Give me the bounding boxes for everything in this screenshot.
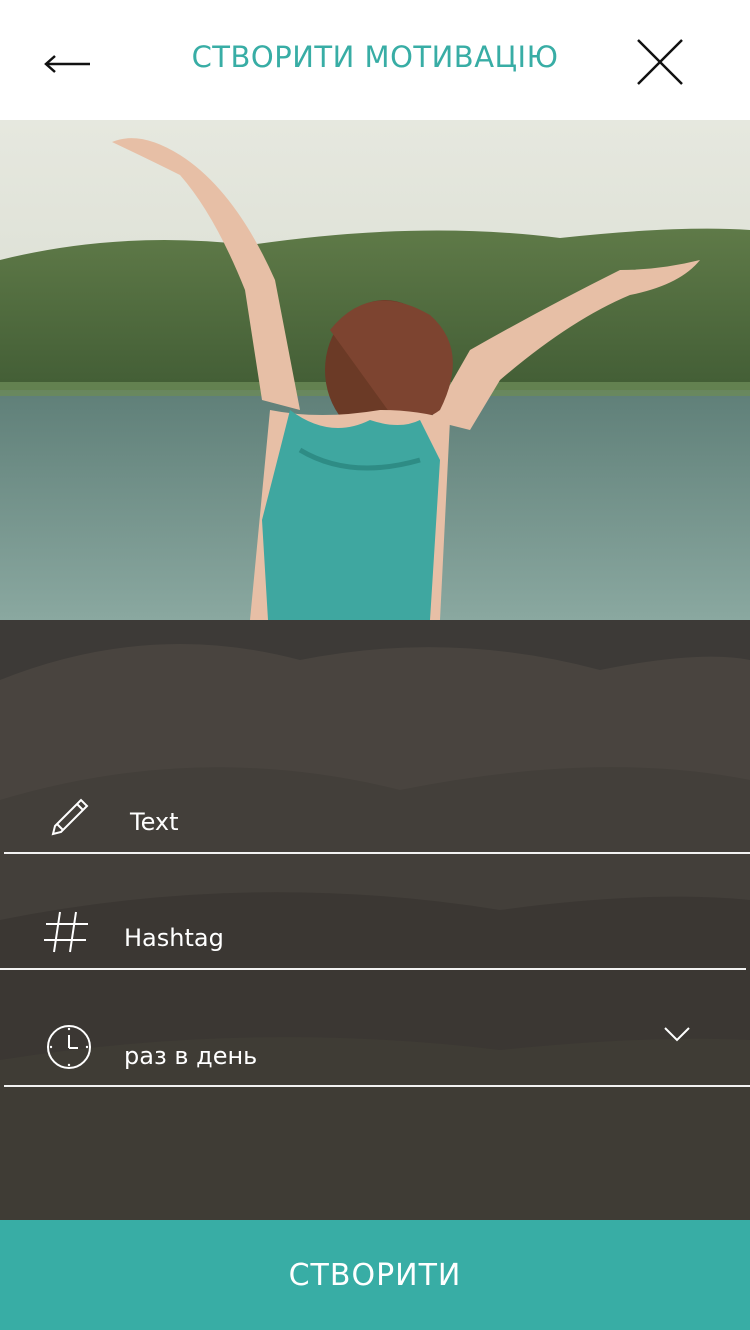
hashtag-field[interactable]: Hashtag xyxy=(0,886,750,1002)
form-background: Text Hashtag раз в день xyxy=(0,620,750,1220)
clock-icon xyxy=(47,1025,91,1069)
frequency-select[interactable]: раз в день xyxy=(0,1004,750,1120)
create-button-label: СТВОРИТИ xyxy=(288,1258,462,1293)
close-button[interactable] xyxy=(632,34,688,90)
text-field-underline xyxy=(4,852,750,854)
text-field[interactable]: Text xyxy=(0,770,750,886)
hashtag-field-value: Hashtag xyxy=(124,924,224,952)
hashtag-field-underline xyxy=(0,968,746,970)
create-button[interactable]: СТВОРИТИ xyxy=(0,1220,750,1330)
chevron-down-icon[interactable] xyxy=(662,1024,692,1044)
frequency-select-underline xyxy=(4,1085,750,1087)
pencil-icon xyxy=(51,798,89,836)
close-icon xyxy=(637,39,683,85)
header: СТВОРИТИ МОТИВАЦІЮ xyxy=(0,0,750,120)
photo-woman-by-lake xyxy=(0,120,750,620)
text-field-value: Text xyxy=(130,808,179,836)
motivation-photo[interactable] xyxy=(0,120,750,620)
frequency-select-value: раз в день xyxy=(124,1042,258,1070)
hashtag-icon xyxy=(44,911,88,953)
